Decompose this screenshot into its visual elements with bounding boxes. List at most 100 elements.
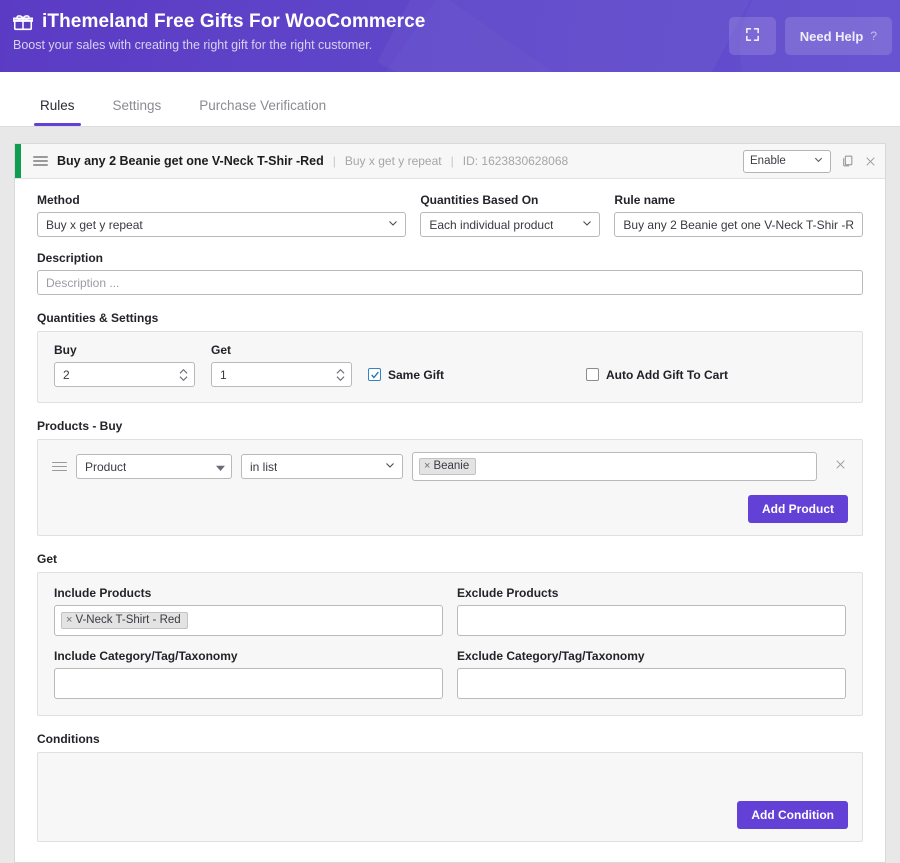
same-gift-label: Same Gift [388, 368, 444, 382]
rule-header: Buy any 2 Beanie get one V-Neck T-Shir -… [15, 144, 885, 179]
products-buy-section-label: Products - Buy [37, 419, 863, 433]
drag-handle-icon[interactable] [33, 156, 48, 166]
quantities-based-on-value: Each individual product [429, 218, 553, 232]
product-condition-row: Product in list × Bea [52, 452, 848, 481]
exclude-category-group: Exclude Category/Tag/Taxonomy [457, 649, 846, 699]
page-content: Buy any 2 Beanie get one V-Neck T-Shir -… [0, 127, 900, 863]
add-product-button[interactable]: Add Product [748, 495, 848, 523]
include-category-input[interactable] [54, 668, 443, 699]
description-input[interactable]: Description ... [37, 270, 863, 295]
include-products-label: Include Products [54, 586, 443, 600]
header-decoration-1 [377, 0, 783, 72]
rule-separator-1: | [333, 154, 336, 168]
rule-card: Buy any 2 Beanie get one V-Neck T-Shir -… [14, 143, 886, 863]
primary-fields-row: Method Buy x get y repeat Quantities Bas… [37, 193, 863, 237]
page-title: iThemeland Free Gifts For WooCommerce [42, 11, 425, 33]
chevron-down-icon [813, 154, 824, 168]
rule-name-input[interactable]: Buy any 2 Beanie get one V-Neck T-Shir -… [614, 212, 863, 237]
tab-bar: Rules Settings Purchase Verification [0, 72, 900, 127]
include-product-tag-label: V-Neck T-Shirt - Red [75, 614, 180, 626]
checkbox-unchecked-icon [586, 368, 599, 381]
get-quantity-stepper[interactable]: 1 [211, 362, 352, 387]
product-tag[interactable]: × Beanie [419, 458, 476, 475]
conditions-panel: Add Condition [37, 752, 863, 842]
caret-down-icon [216, 460, 225, 474]
stepper-arrows-icon[interactable] [179, 369, 188, 381]
same-gift-checkbox[interactable]: Same Gift [368, 362, 444, 387]
remove-tag-icon[interactable]: × [66, 614, 72, 626]
get-label: Get [211, 343, 352, 357]
rule-name-group: Rule name Buy any 2 Beanie get one V-Nec… [614, 193, 863, 237]
product-type-select[interactable]: Product [76, 454, 232, 479]
rule-method-summary: Buy x get y repeat [345, 154, 442, 168]
rule-header-actions: Enable [743, 150, 877, 173]
quantities-based-on-group: Quantities Based On Each individual prod… [420, 193, 600, 237]
rule-title: Buy any 2 Beanie get one V-Neck T-Shir -… [57, 154, 324, 168]
need-help-button[interactable]: Need Help ? [785, 17, 892, 55]
description-group: Description Description ... [37, 251, 863, 295]
tab-purchase-verification[interactable]: Purchase Verification [193, 98, 332, 126]
drag-handle-icon[interactable] [52, 462, 67, 472]
gift-icon [12, 11, 34, 33]
exclude-products-input[interactable] [457, 605, 846, 636]
auto-add-gift-label: Auto Add Gift To Cart [606, 368, 728, 382]
exclude-products-label: Exclude Products [457, 586, 846, 600]
quantities-section-label: Quantities & Settings [37, 311, 863, 325]
duplicate-rule-button[interactable] [841, 154, 854, 168]
include-products-group: Include Products × V-Neck T-Shirt - Red [54, 586, 443, 636]
rule-id: ID: 1623830628068 [463, 154, 568, 168]
remove-product-row-button[interactable] [832, 458, 848, 475]
get-fields-grid: Include Products × V-Neck T-Shirt - Red … [54, 586, 846, 699]
rule-separator-2: | [451, 154, 454, 168]
exclude-products-group: Exclude Products [457, 586, 846, 636]
product-type-value: Product [85, 460, 126, 474]
get-quantity-group: Get 1 [211, 343, 352, 387]
chevron-down-icon [384, 459, 396, 474]
chevron-down-icon [581, 217, 593, 232]
include-category-group: Include Category/Tag/Taxonomy [54, 649, 443, 699]
quantities-based-on-label: Quantities Based On [420, 193, 600, 207]
conditions-section-label: Conditions [37, 732, 863, 746]
rule-status-value: Enable [750, 155, 786, 167]
method-value: Buy x get y repeat [46, 218, 143, 232]
include-product-tag[interactable]: × V-Neck T-Shirt - Red [61, 612, 188, 629]
tab-rules[interactable]: Rules [34, 98, 81, 126]
rule-status-accent-bar [15, 144, 21, 178]
page-subtitle: Boost your sales with creating the right… [13, 38, 425, 52]
get-panel: Include Products × V-Neck T-Shirt - Red … [37, 572, 863, 716]
quantities-based-on-select[interactable]: Each individual product [420, 212, 600, 237]
question-mark-icon: ? [870, 29, 877, 43]
include-products-input[interactable]: × V-Neck T-Shirt - Red [54, 605, 443, 636]
include-category-label: Include Category/Tag/Taxonomy [54, 649, 443, 663]
product-operator-value: in list [250, 460, 277, 474]
products-buy-panel: Product in list × Bea [37, 439, 863, 536]
header-actions: Need Help ? [729, 17, 892, 55]
expand-button[interactable] [729, 17, 776, 55]
tab-settings[interactable]: Settings [107, 98, 168, 126]
buy-quantity-stepper[interactable]: 2 [54, 362, 195, 387]
buy-quantity-group: Buy 2 [54, 343, 195, 387]
need-help-label: Need Help [800, 29, 864, 44]
add-condition-button[interactable]: Add Condition [737, 801, 848, 829]
stepper-arrows-icon[interactable] [336, 369, 345, 381]
method-select[interactable]: Buy x get y repeat [37, 212, 406, 237]
remove-tag-icon[interactable]: × [424, 460, 430, 472]
method-label: Method [37, 193, 406, 207]
close-rule-button[interactable] [864, 155, 877, 168]
expand-icon [744, 26, 761, 46]
chevron-down-icon [387, 217, 399, 232]
app-header: iThemeland Free Gifts For WooCommerce Bo… [0, 0, 900, 72]
add-product-row: Add Product [52, 495, 848, 523]
get-quantity-value: 1 [220, 368, 227, 382]
product-operator-select[interactable]: in list [241, 454, 403, 479]
auto-add-gift-checkbox[interactable]: Auto Add Gift To Cart [586, 362, 728, 387]
method-field-group: Method Buy x get y repeat [37, 193, 406, 237]
buy-label: Buy [54, 343, 195, 357]
quantities-panel: Buy 2 Get 1 [37, 331, 863, 403]
exclude-category-label: Exclude Category/Tag/Taxonomy [457, 649, 846, 663]
product-tag-label: Beanie [433, 460, 469, 472]
rule-body: Method Buy x get y repeat Quantities Bas… [15, 179, 885, 862]
rule-status-select[interactable]: Enable [743, 150, 831, 173]
exclude-category-input[interactable] [457, 668, 846, 699]
products-buy-tag-input[interactable]: × Beanie [412, 452, 817, 481]
